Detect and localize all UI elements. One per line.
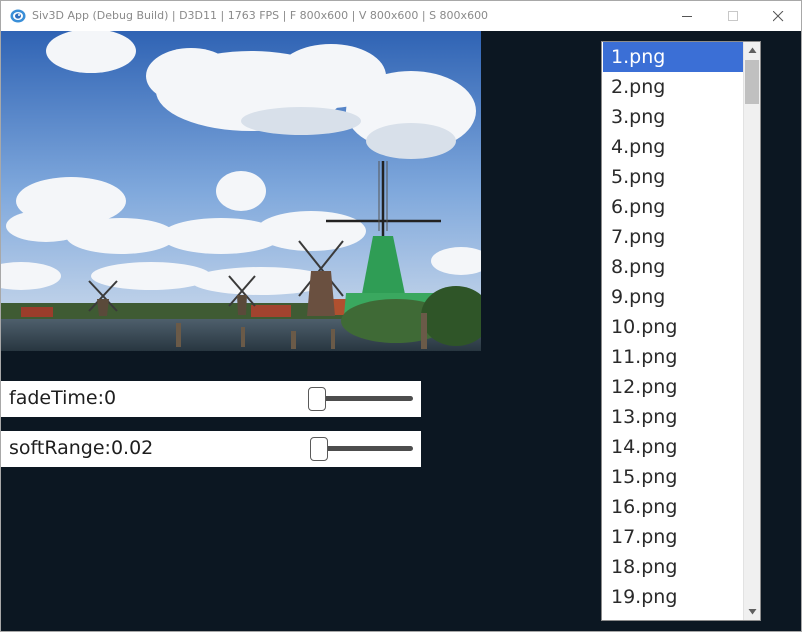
window-title: Siv3D App (Debug Build) | D3D11 | 1763 F…	[32, 9, 489, 22]
list-item[interactable]: 19.png	[603, 582, 743, 612]
list-item[interactable]: 6.png	[603, 192, 743, 222]
soft-range-label: softRange:0.02	[9, 437, 154, 459]
list-item[interactable]: 1.png	[603, 42, 743, 72]
list-item[interactable]: 3.png	[603, 102, 743, 132]
list-item[interactable]: 2.png	[603, 72, 743, 102]
list-item[interactable]: 18.png	[603, 552, 743, 582]
file-list: 1.png 2.png 3.png 4.png 5.png 6.png 7.png 8.png…	[603, 42, 743, 612]
fade-time-slider-handle[interactable]	[308, 387, 326, 411]
list-item[interactable]: 12.png	[603, 372, 743, 402]
maximize-button[interactable]	[711, 1, 757, 31]
fade-time-slider-row: fadeTime:0	[1, 381, 421, 417]
minimize-button[interactable]	[665, 1, 711, 31]
list-item[interactable]: 16.png	[603, 492, 743, 522]
list-item[interactable]: 7.png	[603, 222, 743, 252]
list-item[interactable]: 8.png	[603, 252, 743, 282]
list-item[interactable]: 11.png	[603, 342, 743, 372]
list-item[interactable]: 15.png	[603, 462, 743, 492]
fade-time-label: fadeTime:0	[9, 387, 117, 409]
listbox-scrollbar[interactable]	[743, 42, 760, 620]
list-item[interactable]: 9.png	[603, 282, 743, 312]
list-item[interactable]: 13.png	[603, 402, 743, 432]
list-item[interactable]: 10.png	[603, 312, 743, 342]
close-icon	[773, 11, 784, 22]
list-item[interactable]: 5.png	[603, 162, 743, 192]
file-listbox[interactable]: 1.png 2.png 3.png 4.png 5.png 6.png 7.png 8.png…	[601, 41, 761, 621]
scroll-down-arrow-icon[interactable]	[748, 607, 757, 616]
window-titlebar[interactable]: Siv3D App (Debug Build) | D3D11 | 1763 F…	[0, 0, 802, 31]
list-item[interactable]: 4.png	[603, 132, 743, 162]
scroll-up-arrow-icon[interactable]	[748, 46, 757, 55]
siv3d-logo-icon	[10, 9, 26, 23]
maximize-icon	[728, 11, 738, 21]
list-item[interactable]: 17.png	[603, 522, 743, 552]
soft-range-slider-handle[interactable]	[310, 437, 328, 461]
fade-time-slider-track[interactable]	[311, 396, 413, 401]
windmills-landscape-photo	[1, 31, 481, 351]
list-item[interactable]: 14.png	[603, 432, 743, 462]
minimize-icon	[682, 16, 692, 17]
client-area: fadeTime:0 softRange:0.02 1.png 2.png 3.pn…	[1, 31, 801, 631]
scroll-thumb[interactable]	[745, 60, 759, 104]
close-button[interactable]	[756, 1, 802, 31]
soft-range-slider-row: softRange:0.02	[1, 431, 421, 467]
